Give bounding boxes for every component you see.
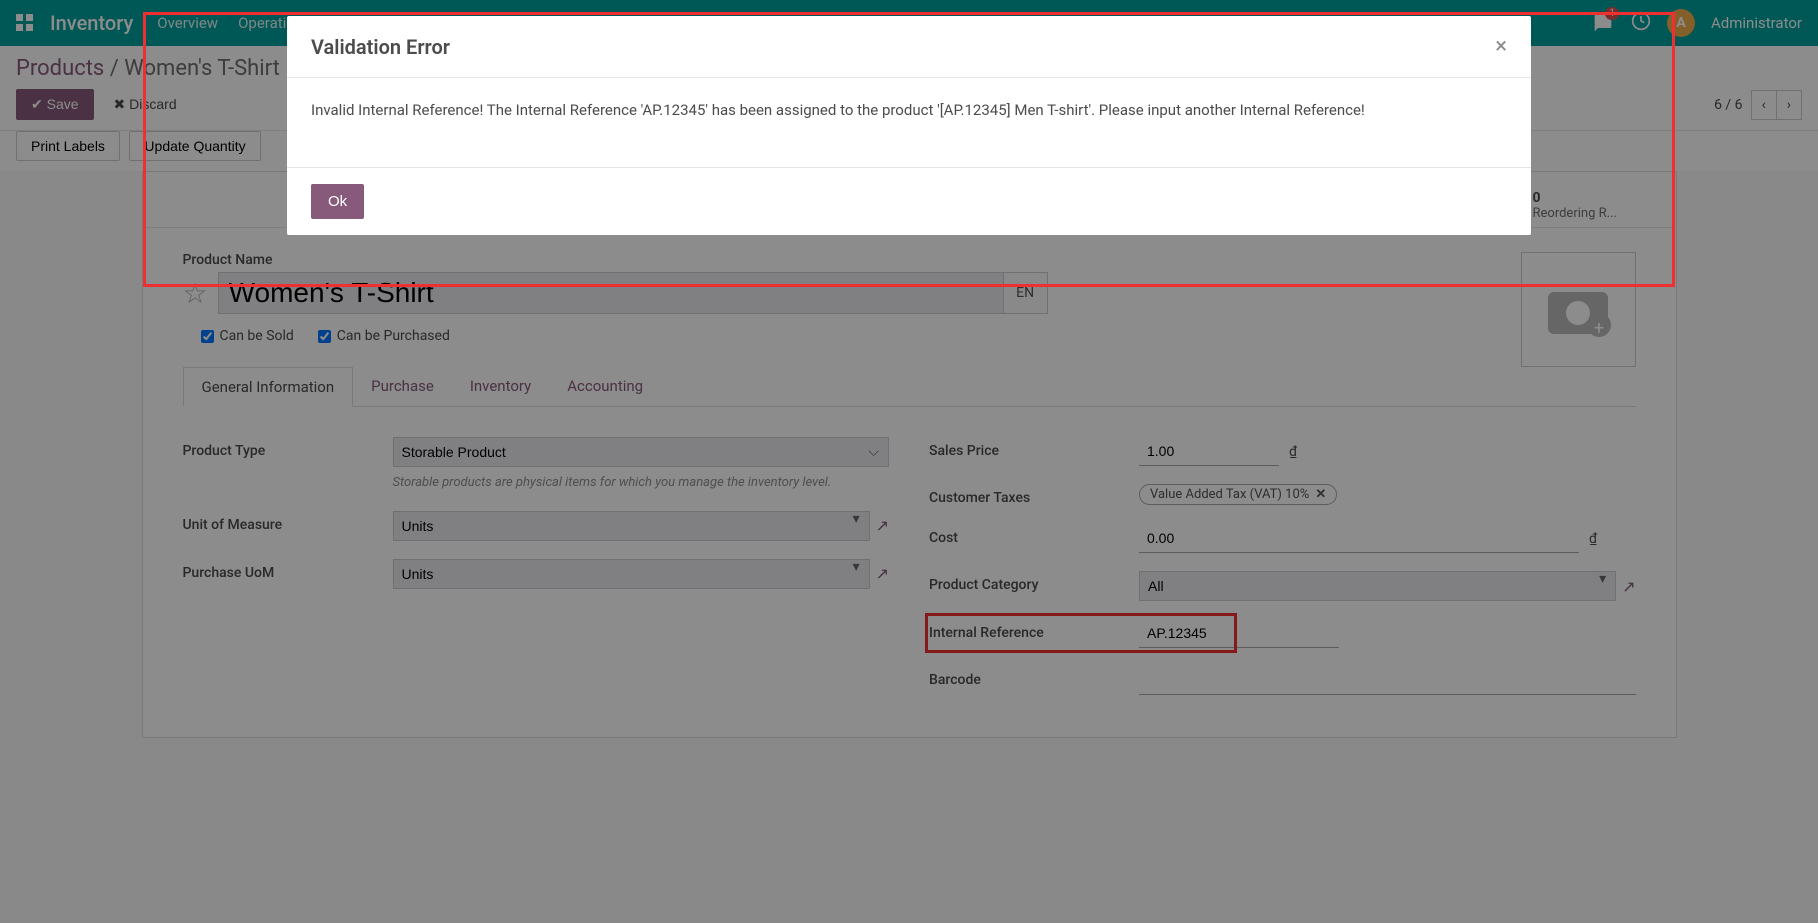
- ok-button[interactable]: Ok: [311, 184, 364, 219]
- close-icon[interactable]: ×: [1495, 34, 1507, 59]
- dialog-message: Invalid Internal Reference! The Internal…: [287, 78, 1531, 168]
- validation-error-dialog: Validation Error × Invalid Internal Refe…: [287, 16, 1531, 235]
- dialog-title: Validation Error: [311, 35, 450, 59]
